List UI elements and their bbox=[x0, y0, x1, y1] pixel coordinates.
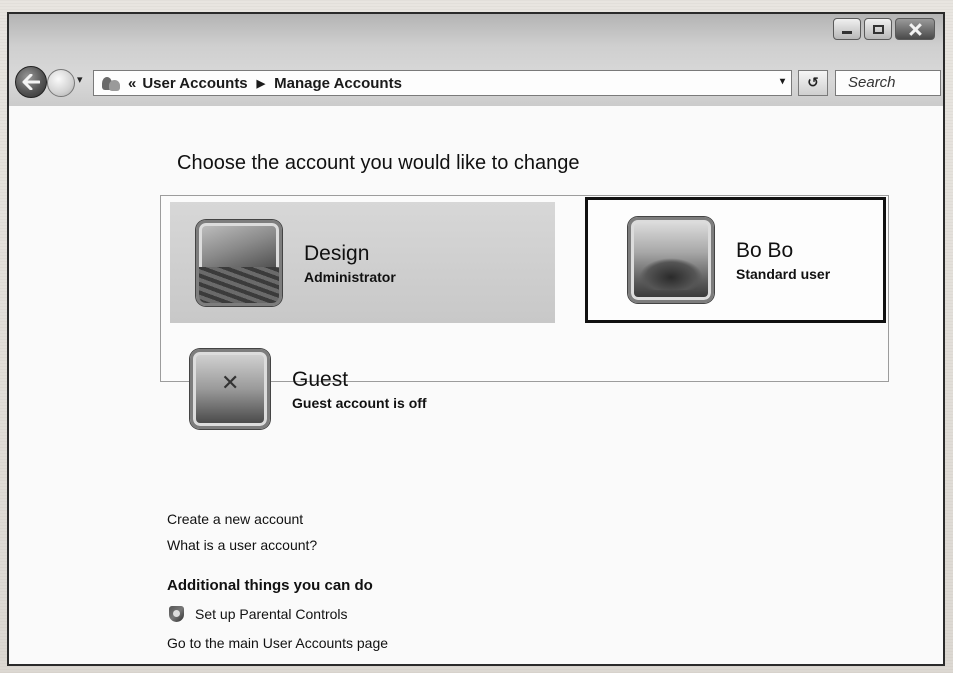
back-button[interactable] bbox=[15, 66, 47, 98]
address-dropdown-icon[interactable]: ▾ bbox=[780, 76, 785, 87]
shield-icon bbox=[169, 606, 184, 622]
user-accounts-icon bbox=[100, 74, 122, 92]
breadcrumb-separator-icon[interactable]: ▶ bbox=[257, 77, 265, 90]
refresh-button[interactable]: ↺ bbox=[798, 70, 828, 96]
account-picture bbox=[628, 217, 714, 303]
minimize-button[interactable] bbox=[833, 18, 861, 40]
user-accounts-window: ▾ « User Accounts ▶ Manage Accounts ▾ ↺ … bbox=[7, 12, 945, 666]
account-type: Standard user bbox=[736, 266, 831, 282]
additional-things-heading: Additional things you can do bbox=[167, 577, 373, 594]
window-controls bbox=[833, 18, 935, 40]
address-overflow-chevron[interactable]: « bbox=[128, 75, 136, 92]
window-chrome: ▾ « User Accounts ▶ Manage Accounts ▾ ↺ … bbox=[9, 14, 943, 106]
search-input[interactable]: Search bbox=[835, 70, 941, 96]
account-name: Bo Bo bbox=[736, 239, 794, 262]
account-picture bbox=[196, 219, 282, 306]
account-tile-design[interactable]: Design Administrator bbox=[170, 202, 555, 323]
main-content: Choose the account you would like to cha… bbox=[9, 106, 943, 664]
account-type: Guest account is off bbox=[292, 395, 427, 411]
account-tile-bobo[interactable]: Bo Bo Standard user bbox=[585, 197, 886, 323]
refresh-icon: ↺ bbox=[807, 75, 819, 91]
maximize-button[interactable] bbox=[864, 18, 892, 40]
account-name: Design bbox=[304, 241, 370, 265]
back-arrow-icon bbox=[22, 74, 40, 90]
close-icon bbox=[907, 23, 923, 35]
navigation-bar: ▾ « User Accounts ▶ Manage Accounts ▾ ↺ … bbox=[15, 66, 941, 100]
accounts-panel: Design Administrator Bo Bo Standard user… bbox=[160, 195, 889, 429]
create-account-link[interactable]: Create a new account bbox=[167, 511, 303, 527]
account-tile-guest[interactable]: Guest Guest account is off bbox=[190, 337, 550, 441]
main-user-accounts-page-link[interactable]: Go to the main User Accounts page bbox=[167, 635, 388, 651]
breadcrumb-user-accounts[interactable]: User Accounts bbox=[142, 75, 247, 92]
parental-controls-link[interactable]: Set up Parental Controls bbox=[169, 606, 348, 622]
address-bar[interactable]: « User Accounts ▶ Manage Accounts ▾ bbox=[93, 70, 792, 96]
close-button[interactable] bbox=[895, 18, 935, 40]
breadcrumb-manage-accounts[interactable]: Manage Accounts bbox=[274, 75, 402, 92]
account-name: Guest bbox=[292, 368, 349, 391]
what-is-user-account-link[interactable]: What is a user account? bbox=[167, 537, 317, 553]
account-picture bbox=[190, 349, 270, 429]
history-dropdown[interactable]: ▾ bbox=[77, 73, 83, 86]
maximize-icon bbox=[872, 24, 884, 34]
page-title: Choose the account you would like to cha… bbox=[177, 152, 580, 174]
forward-button[interactable] bbox=[47, 69, 75, 97]
account-type: Administrator bbox=[304, 268, 396, 285]
parental-controls-label: Set up Parental Controls bbox=[195, 606, 348, 622]
minimize-icon bbox=[842, 31, 852, 34]
